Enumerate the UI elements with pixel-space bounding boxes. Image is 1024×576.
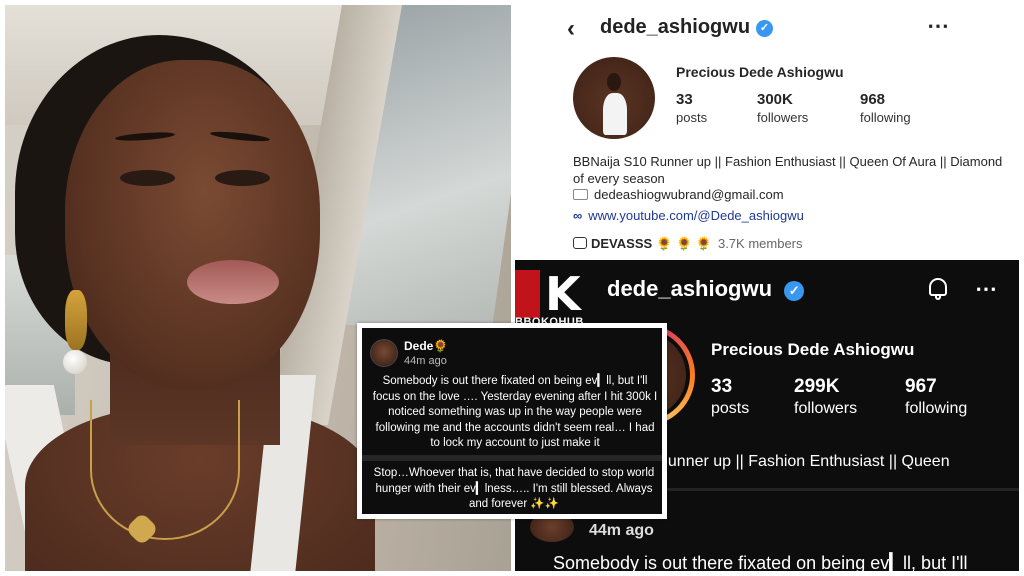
profile-email[interactable]: dedeashiogwubrand@gmail.com [573, 187, 784, 202]
right-eye [215, 170, 270, 186]
sunflower-icon: 🌻 [433, 339, 449, 353]
more-options-icon[interactable]: ⋯ [927, 13, 950, 39]
post-time: 44m ago [404, 355, 447, 367]
verified-badge-icon: ✓ [784, 281, 805, 301]
profile-username: dede_ashiogwu ✓ [600, 16, 774, 39]
channel-icon [573, 237, 587, 249]
logo-mark: K [545, 267, 581, 321]
link-text: www.youtube.com/@Dede_ashiogwu [588, 208, 804, 223]
profile-username: dede_ashiogwu ✓ [607, 276, 805, 302]
bbokohub-logo: K [515, 270, 605, 318]
profile-bio: BBNaija S10 Runner up || Fashion Enthusi… [573, 154, 1003, 186]
stat-following[interactable]: 968 following [860, 91, 911, 125]
collage: ‹ dede_ashiogwu ✓ ⋯ Precious Dede Ashiogw… [0, 0, 1024, 576]
profile-full-name: Precious Dede Ashiogwu [676, 64, 844, 80]
envelope-icon [573, 189, 588, 200]
stat-value: 299K [794, 376, 840, 397]
profile-link[interactable]: ∞ www.youtube.com/@Dede_ashiogwu [573, 208, 804, 223]
profile-screenshot-light: ‹ dede_ashiogwu ✓ ⋯ Precious Dede Ashiogw… [515, 5, 1019, 260]
post-screenshot-card: Dede🌻 44m ago Somebody is out there fixa… [357, 323, 667, 519]
profile-bio: 0 Runner up || Fashion Enthusiast || Que… [643, 453, 950, 470]
profile-full-name: Precious Dede Ashiogwu [711, 340, 915, 359]
face [65, 60, 320, 390]
comment-text: Somebody is out there fixated on being e… [553, 553, 968, 571]
bell-clapper [935, 296, 941, 300]
back-arrow-icon[interactable]: ‹ [567, 15, 575, 43]
post-text-second: Stop…Whoever that is, that have decided … [373, 467, 655, 510]
verified-badge-icon: ✓ [756, 20, 774, 37]
post-text-first: Somebody is out there fixated on being e… [372, 375, 658, 449]
profile-header: ‹ dede_ashiogwu ✓ ⋯ [515, 13, 1019, 43]
post-author-avatar [370, 339, 398, 367]
avatar-figure-dress [603, 93, 627, 135]
author-name: Dede [404, 339, 434, 353]
stat-value: 33 [711, 376, 733, 397]
stat-value: 968 [860, 91, 886, 108]
gold-earring [65, 290, 87, 350]
email-text: dedeashiogwubrand@gmail.com [594, 187, 784, 202]
stat-value: 33 [676, 91, 693, 108]
stat-label: followers [757, 110, 809, 125]
post-body: Dede🌻 44m ago Somebody is out there fixa… [362, 328, 662, 514]
link-icon: ∞ [573, 208, 583, 223]
more-options-icon[interactable]: ⋯ [975, 276, 998, 302]
stat-followers[interactable]: 300K followers [757, 91, 808, 125]
channel-members: 3.7K members [717, 236, 803, 251]
stat-label: following [860, 110, 911, 125]
channel-emoji: 🌻 🌻 🌻 [656, 236, 712, 251]
avatar-figure-head [607, 73, 621, 91]
bell-body [929, 278, 947, 296]
gold-necklace [90, 400, 240, 540]
stat-posts[interactable]: 33 posts [711, 376, 749, 418]
stat-label: posts [711, 400, 750, 417]
broadcast-channel[interactable]: DEVASSS 🌻 🌻 🌻 3.7K members [573, 236, 803, 252]
stat-label: following [905, 400, 968, 417]
stat-label: followers [794, 400, 858, 417]
stat-following[interactable]: 967 following [905, 376, 967, 418]
channel-name: DEVASSS [591, 236, 653, 251]
post-separator [362, 455, 662, 461]
comment-time: 44m ago [589, 522, 654, 539]
left-eye [120, 170, 175, 186]
stat-value: 967 [905, 376, 937, 397]
stat-value: 300K [757, 91, 793, 108]
pearl-drop [63, 350, 87, 374]
stat-label: posts [676, 110, 708, 125]
post-author: Dede🌻 [404, 339, 448, 353]
notification-bell-icon[interactable] [927, 276, 949, 300]
lips [187, 260, 279, 304]
stat-posts[interactable]: 33 posts [676, 91, 707, 125]
stat-followers[interactable]: 299K followers [794, 376, 857, 418]
profile-avatar[interactable] [573, 57, 655, 139]
